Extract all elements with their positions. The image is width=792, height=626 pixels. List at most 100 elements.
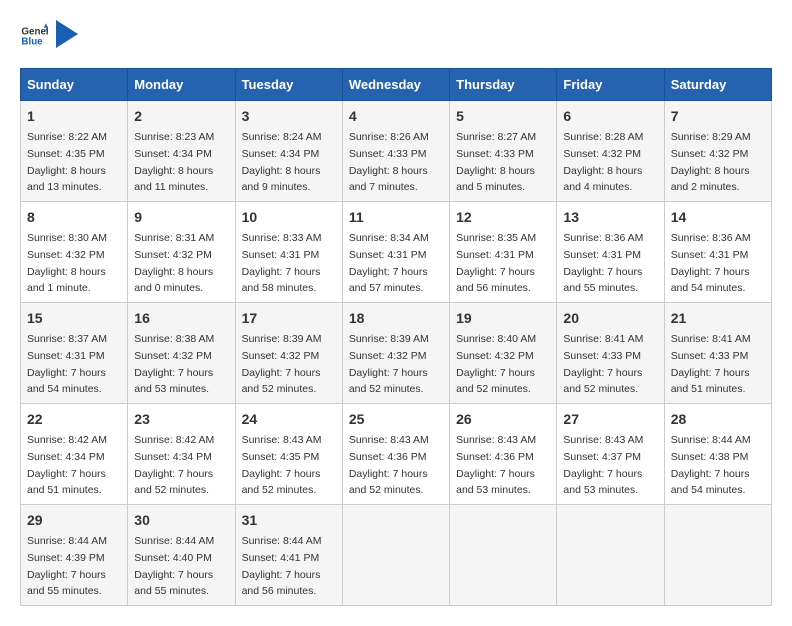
day-number: 25 <box>349 409 443 430</box>
daylight-info: Daylight: 7 hours and 52 minutes. <box>349 367 428 396</box>
sunrise-info: Sunrise: 8:41 AM <box>671 333 751 345</box>
daylight-info: Daylight: 7 hours and 52 minutes. <box>242 468 321 497</box>
day-cell <box>557 505 664 606</box>
day-number: 19 <box>456 308 550 329</box>
day-cell <box>450 505 557 606</box>
sunset-info: Sunset: 4:31 PM <box>242 249 320 261</box>
day-number: 20 <box>563 308 657 329</box>
daylight-info: Daylight: 7 hours and 54 minutes. <box>671 266 750 295</box>
sunrise-info: Sunrise: 8:41 AM <box>563 333 643 345</box>
weekday-header-wednesday: Wednesday <box>342 69 449 101</box>
day-cell: 2 Sunrise: 8:23 AM Sunset: 4:34 PM Daylight… <box>128 101 235 202</box>
sunset-info: Sunset: 4:34 PM <box>134 148 212 160</box>
day-cell: 19 Sunrise: 8:40 AM Sunset: 4:32 PM Dayligh… <box>450 303 557 404</box>
sunrise-info: Sunrise: 8:39 AM <box>349 333 429 345</box>
day-cell: 13Sunrise: 8:36 AMSunset: 4:31 PMDayligh… <box>557 202 664 303</box>
daylight-info: Daylight: 8 hours and 5 minutes. <box>456 165 535 194</box>
day-cell: 29Sunrise: 8:44 AMSunset: 4:39 PMDayligh… <box>21 505 128 606</box>
sunset-info: Sunset: 4:36 PM <box>456 451 534 463</box>
day-cell: 3Sunrise: 8:24 AMSunset: 4:34 PMDaylight… <box>235 101 342 202</box>
daylight-info: Daylight: 7 hours and 54 minutes. <box>27 367 106 396</box>
sunset-info: Sunset: 4:36 PM <box>349 451 427 463</box>
sunrise-info: Sunrise: 8:35 AM <box>456 232 536 244</box>
day-cell: 6Sunrise: 8:28 AMSunset: 4:32 PMDaylight… <box>557 101 664 202</box>
day-number: 6 <box>563 106 657 127</box>
daylight-info: Daylight: 7 hours and 53 minutes. <box>134 367 213 396</box>
day-number: 28 <box>671 409 765 430</box>
sunset-info: Sunset: 4:33 PM <box>671 350 749 362</box>
sunset-info: Sunset: 4:32 PM <box>242 350 320 362</box>
day-number: 1 <box>27 106 121 127</box>
weekday-header-row: SundayMondayTuesdayWednesdayThursdayFrid… <box>21 69 772 101</box>
weekday-header-saturday: Saturday <box>664 69 771 101</box>
sunrise-info: Sunrise: 8:42 AM <box>27 434 107 446</box>
daylight-info: Daylight: 8 hours and 2 minutes. <box>671 165 750 194</box>
day-cell: 1Sunrise: 8:22 AMSunset: 4:35 PMDaylight… <box>21 101 128 202</box>
day-cell: 14 Sunrise: 8:36 AM Sunset: 4:31 PM Dayligh… <box>664 202 771 303</box>
week-row-5: 29Sunrise: 8:44 AMSunset: 4:39 PMDayligh… <box>21 505 772 606</box>
sunset-info: Sunset: 4:32 PM <box>563 148 641 160</box>
day-cell: 31Sunrise: 8:44 AMSunset: 4:41 PMDayligh… <box>235 505 342 606</box>
sunrise-info: Sunrise: 8:38 AM <box>134 333 214 345</box>
daylight-info: Daylight: 7 hours and 55 minutes. <box>134 569 213 598</box>
sunrise-info: Sunrise: 8:26 AM <box>349 131 429 143</box>
day-cell: 18 Sunrise: 8:39 AM Sunset: 4:32 PM Dayligh… <box>342 303 449 404</box>
daylight-info: Daylight: 7 hours and 51 minutes. <box>27 468 106 497</box>
day-number: 18 <box>349 308 443 329</box>
day-number: 13 <box>563 207 657 228</box>
header: General Blue <box>20 20 772 52</box>
day-number: 31 <box>242 510 336 531</box>
sunrise-info: Sunrise: 8:43 AM <box>242 434 322 446</box>
day-number: 5 <box>456 106 550 127</box>
sunset-info: Sunset: 4:32 PM <box>134 249 212 261</box>
daylight-info: Daylight: 7 hours and 56 minutes. <box>242 569 321 598</box>
day-number: 27 <box>563 409 657 430</box>
day-cell: 22Sunrise: 8:42 AMSunset: 4:34 PMDayligh… <box>21 404 128 505</box>
sunrise-info: Sunrise: 8:33 AM <box>242 232 322 244</box>
sunset-info: Sunset: 4:34 PM <box>134 451 212 463</box>
sunrise-info: Sunrise: 8:34 AM <box>349 232 429 244</box>
sunset-info: Sunset: 4:33 PM <box>563 350 641 362</box>
week-row-2: 8Sunrise: 8:30 AMSunset: 4:32 PMDaylight… <box>21 202 772 303</box>
day-number: 26 <box>456 409 550 430</box>
daylight-info: Daylight: 8 hours and 4 minutes. <box>563 165 642 194</box>
sunset-info: Sunset: 4:32 PM <box>456 350 534 362</box>
weekday-header-tuesday: Tuesday <box>235 69 342 101</box>
sunrise-info: Sunrise: 8:44 AM <box>242 535 322 547</box>
sunrise-info: Sunrise: 8:43 AM <box>349 434 429 446</box>
day-cell: 28Sunrise: 8:44 AMSunset: 4:38 PMDayligh… <box>664 404 771 505</box>
sunrise-info: Sunrise: 8:29 AM <box>671 131 751 143</box>
sunset-info: Sunset: 4:40 PM <box>134 552 212 564</box>
daylight-info: Daylight: 8 hours and 0 minutes. <box>134 266 213 295</box>
day-cell: 24Sunrise: 8:43 AMSunset: 4:35 PMDayligh… <box>235 404 342 505</box>
sunrise-info: Sunrise: 8:39 AM <box>242 333 322 345</box>
daylight-info: Daylight: 7 hours and 51 minutes. <box>671 367 750 396</box>
day-number: 12 <box>456 207 550 228</box>
daylight-info: Daylight: 7 hours and 58 minutes. <box>242 266 321 295</box>
sunset-info: Sunset: 4:38 PM <box>671 451 749 463</box>
daylight-info: Daylight: 7 hours and 55 minutes. <box>27 569 106 598</box>
daylight-info: Daylight: 7 hours and 52 minutes. <box>134 468 213 497</box>
sunset-info: Sunset: 4:31 PM <box>671 249 749 261</box>
sunset-info: Sunset: 4:31 PM <box>349 249 427 261</box>
sunrise-info: Sunrise: 8:40 AM <box>456 333 536 345</box>
logo-icon: General Blue <box>20 22 48 50</box>
sunset-info: Sunset: 4:32 PM <box>671 148 749 160</box>
day-cell: 20Sunrise: 8:41 AMSunset: 4:33 PMDayligh… <box>557 303 664 404</box>
day-number: 2 <box>134 106 228 127</box>
sunrise-info: Sunrise: 8:36 AM <box>671 232 751 244</box>
daylight-info: Daylight: 7 hours and 52 minutes. <box>456 367 535 396</box>
daylight-info: Daylight: 7 hours and 52 minutes. <box>349 468 428 497</box>
daylight-info: Daylight: 8 hours and 11 minutes. <box>134 165 213 194</box>
daylight-info: Daylight: 7 hours and 54 minutes. <box>671 468 750 497</box>
sunrise-info: Sunrise: 8:43 AM <box>563 434 643 446</box>
day-number: 21 <box>671 308 765 329</box>
day-number: 3 <box>242 106 336 127</box>
daylight-info: Daylight: 8 hours and 13 minutes. <box>27 165 106 194</box>
day-number: 14 <box>671 207 765 228</box>
sunset-info: Sunset: 4:31 PM <box>456 249 534 261</box>
sunrise-info: Sunrise: 8:23 AM <box>134 131 214 143</box>
sunset-info: Sunset: 4:32 PM <box>349 350 427 362</box>
day-number: 7 <box>671 106 765 127</box>
day-cell: 8Sunrise: 8:30 AMSunset: 4:32 PMDaylight… <box>21 202 128 303</box>
